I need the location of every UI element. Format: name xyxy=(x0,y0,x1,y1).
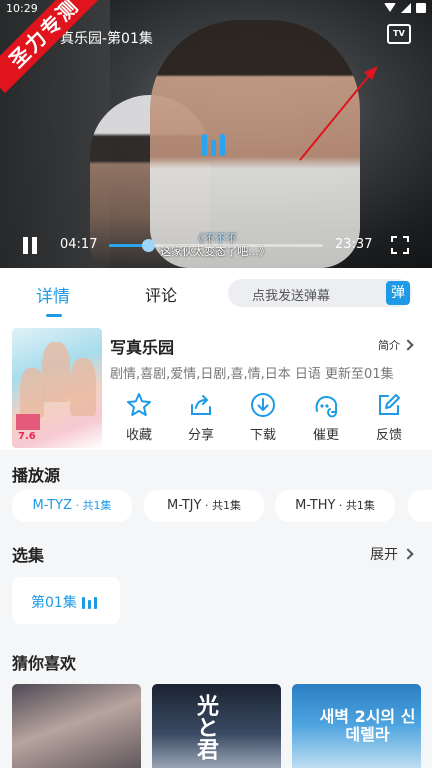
playing-indicator-icon xyxy=(82,597,97,609)
download-icon xyxy=(251,393,275,417)
urge-icon xyxy=(315,395,338,418)
total-time: 23:37 xyxy=(335,237,373,252)
feedback-button[interactable]: 反馈 xyxy=(364,392,414,443)
source-count: · 共1集 xyxy=(72,499,112,512)
progress-thumb[interactable] xyxy=(141,239,155,252)
expand-label: 展开 xyxy=(370,547,398,563)
recommend-card-title: 새벽 2시의 신데렐라 xyxy=(319,707,416,744)
poster-badge xyxy=(16,414,40,430)
episode-item[interactable]: 第01集 xyxy=(12,577,120,624)
tab-active-indicator xyxy=(46,314,62,317)
source-count: · 共1集 xyxy=(335,499,375,512)
edit-icon xyxy=(379,394,400,415)
download-label: 下载 xyxy=(249,428,276,443)
recommend-card[interactable]: 새벽 2시의 신데렐라 xyxy=(292,684,421,768)
intro-link[interactable]: 简介 xyxy=(378,337,414,353)
download-button[interactable]: 下载 xyxy=(238,392,288,443)
star-icon xyxy=(127,393,151,416)
recommend-card-title: 光と君 xyxy=(193,694,219,760)
show-title: 写真乐园 xyxy=(110,338,175,357)
tab-comment[interactable]: 评论 xyxy=(145,282,177,306)
share-button[interactable]: 分享 xyxy=(176,392,226,443)
feedback-label: 反馈 xyxy=(375,428,402,443)
recommend-section-title: 猜你喜欢 xyxy=(12,654,77,673)
source-name: M-THY xyxy=(295,498,336,513)
episode-section-title: 选集 xyxy=(12,546,45,565)
urge-update-label: 催更 xyxy=(312,428,339,443)
intro-label: 简介 xyxy=(378,339,400,352)
source-chip-m-thy[interactable]: M-THY · 共1集 xyxy=(275,490,395,522)
source-chip-more[interactable] xyxy=(408,490,432,522)
episode-label: 第01集 xyxy=(31,595,77,611)
source-name: M-TJY xyxy=(167,498,202,513)
loading-indicator-icon xyxy=(202,134,225,156)
fullscreen-icon[interactable] xyxy=(391,236,409,254)
source-count: · 共1集 xyxy=(201,499,241,512)
danmu-send-button[interactable]: 弹 xyxy=(386,281,410,305)
share-label: 分享 xyxy=(187,428,214,443)
source-name: M-TYZ xyxy=(32,498,72,513)
chevron-right-icon xyxy=(402,339,414,351)
source-chip-m-tjy[interactable]: M-TJY · 共1集 xyxy=(144,490,264,522)
favorite-button[interactable]: 收藏 xyxy=(114,392,164,443)
show-info-card: 7.6 写真乐园 简介 剧情,喜剧,爱情,日剧,喜,情,日本 日语 更新至01集… xyxy=(0,320,432,450)
current-time: 04:17 xyxy=(60,237,98,252)
recommend-card[interactable]: 光と君 xyxy=(152,684,281,768)
action-bar: 收藏 分享 下载 催更 反馈 xyxy=(110,392,420,448)
urge-update-button[interactable]: 催更 xyxy=(301,392,351,443)
danmu-input[interactable]: 点我发送弹幕 弹 xyxy=(228,279,412,307)
recommend-card[interactable] xyxy=(12,684,141,768)
source-list: M-TYZ · 共1集 M-TJY · 共1集 M-THY · 共1集 xyxy=(12,490,432,522)
progress-slider[interactable] xyxy=(109,239,323,252)
recommend-list: 光と君 새벽 2시의 신데렐라 xyxy=(12,684,432,768)
source-chip-m-tyz[interactable]: M-TYZ · 共1集 xyxy=(12,490,132,522)
expand-episodes-button[interactable]: 展开 xyxy=(370,544,414,564)
show-tags: 剧情,喜剧,爱情,日剧,喜,情,日本 日语 更新至01集 xyxy=(110,367,394,382)
source-section-title: 播放源 xyxy=(12,466,61,485)
danmu-placeholder: 点我发送弹幕 xyxy=(252,289,331,304)
poster-date: 7.6 xyxy=(18,431,36,442)
favorite-label: 收藏 xyxy=(125,428,152,443)
pause-button[interactable] xyxy=(23,237,37,254)
chevron-right-icon xyxy=(402,548,414,560)
detail-tabs-bar: 详情 评论 点我发送弹幕 弹 xyxy=(0,268,432,320)
video-player[interactable]: 10:29 真乐园-第01集 TV 《不不不 这家伙太变态了吧...》 04:1… xyxy=(0,0,432,268)
player-controls: 04:17 23:37 xyxy=(0,234,432,258)
tab-detail[interactable]: 详情 xyxy=(36,282,70,307)
show-poster[interactable]: 7.6 xyxy=(12,328,102,448)
share-icon xyxy=(191,395,211,415)
